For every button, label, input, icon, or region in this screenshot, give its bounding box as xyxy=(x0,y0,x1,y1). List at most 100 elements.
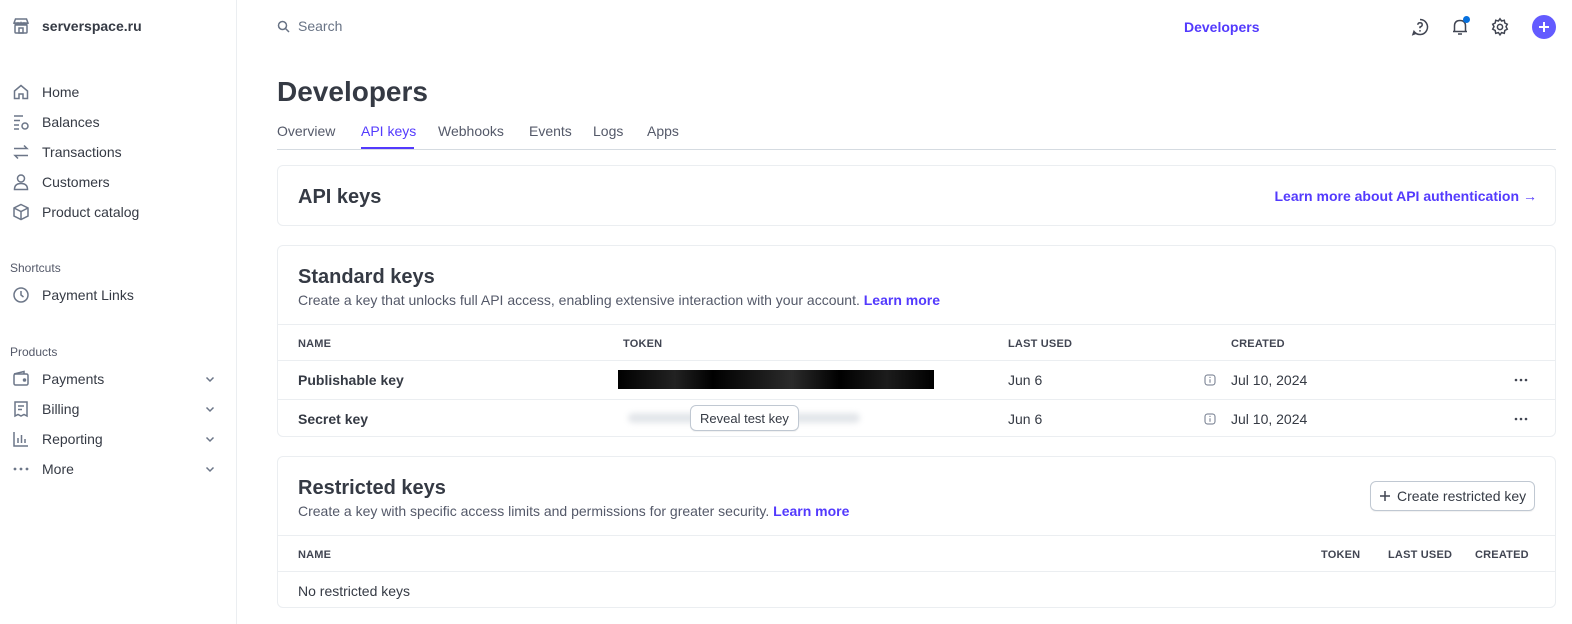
column-header-last-used: LAST USED xyxy=(1008,338,1073,350)
info-icon[interactable] xyxy=(1204,374,1216,386)
restricted-keys-card: Restricted keys Create a key with specif… xyxy=(277,456,1556,608)
divider xyxy=(278,324,1555,325)
balances-icon xyxy=(14,115,29,130)
shortcut-payment-links-label: Payment Links xyxy=(42,287,134,303)
nav-customers[interactable]: Customers xyxy=(12,169,217,195)
nav-product-catalog-label: Product catalog xyxy=(42,204,140,220)
row-actions-icon[interactable] xyxy=(1513,372,1529,388)
products-heading: Products xyxy=(10,345,58,359)
ellipsis-icon xyxy=(13,467,29,471)
chevron-down-icon xyxy=(205,406,215,413)
nav-more[interactable]: More xyxy=(12,456,217,482)
column-header-name: NAME xyxy=(298,338,332,350)
column-header-token: TOKEN xyxy=(1321,549,1361,561)
nav-product-catalog[interactable]: Product catalog xyxy=(12,199,217,225)
transactions-icon xyxy=(13,144,29,160)
search-input[interactable]: Search xyxy=(277,18,342,34)
nav-reporting-label: Reporting xyxy=(42,431,103,447)
active-tab-indicator xyxy=(361,147,414,149)
last-used-secret: Jun 6 xyxy=(1008,411,1043,427)
column-header-created: CREATED xyxy=(1475,549,1529,561)
column-header-name: NAME xyxy=(298,549,332,561)
create-restricted-key-button[interactable]: Create restricted key xyxy=(1370,481,1536,511)
settings-icon[interactable] xyxy=(1490,17,1510,37)
standard-keys-card: Standard keys Create a key that unlocks … xyxy=(277,245,1556,437)
api-keys-title: API keys xyxy=(298,186,382,208)
shortcut-payment-links[interactable]: Payment Links xyxy=(12,282,217,308)
restricted-keys-description-text: Create a key with specific access limits… xyxy=(298,503,770,519)
sidebar: serverspace.ru Home Balances Transaction… xyxy=(0,0,237,624)
tab-webhooks[interactable]: Webhooks xyxy=(438,123,504,139)
create-button[interactable] xyxy=(1532,15,1556,39)
customers-icon xyxy=(13,174,29,191)
nav-more-label: More xyxy=(42,461,74,477)
nav-home[interactable]: Home xyxy=(12,79,217,105)
nav-transactions-label: Transactions xyxy=(42,144,122,160)
chevron-down-icon xyxy=(205,376,215,383)
last-used-publishable: Jun 6 xyxy=(1008,372,1043,388)
billing-icon xyxy=(14,401,28,418)
plus-icon xyxy=(1380,491,1390,501)
nav-billing-label: Billing xyxy=(42,401,80,417)
nav-balances[interactable]: Balances xyxy=(12,109,217,135)
bar-chart-icon xyxy=(13,432,28,447)
divider xyxy=(278,535,1555,536)
search-icon xyxy=(277,20,290,33)
nav-home-label: Home xyxy=(42,84,80,100)
shortcuts-heading: Shortcuts xyxy=(10,261,61,275)
divider xyxy=(278,399,1555,400)
column-header-last-used: LAST USED xyxy=(1388,549,1453,561)
standard-keys-learn-more-link[interactable]: Learn more xyxy=(864,292,940,308)
key-name-publishable: Publishable key xyxy=(298,372,404,388)
created-publishable: Jul 10, 2024 xyxy=(1231,372,1308,388)
help-icon[interactable] xyxy=(1410,17,1430,37)
nav-billing[interactable]: Billing xyxy=(12,396,217,422)
create-restricted-key-label: Create restricted key xyxy=(1397,488,1527,504)
wallet-icon xyxy=(13,370,29,386)
info-icon[interactable] xyxy=(1204,413,1216,425)
tab-api-keys[interactable]: API keys xyxy=(361,123,416,139)
empty-state-text: No restricted keys xyxy=(298,583,411,599)
standard-keys-description: Create a key that unlocks full API acces… xyxy=(298,292,940,308)
tab-overview[interactable]: Overview xyxy=(277,123,335,139)
key-name-secret: Secret key xyxy=(298,411,369,427)
nav-reporting[interactable]: Reporting xyxy=(12,426,217,452)
standard-keys-title: Standard keys xyxy=(298,266,435,288)
nav-balances-label: Balances xyxy=(42,114,100,130)
home-icon xyxy=(13,84,29,100)
plus-icon xyxy=(1539,22,1549,32)
learn-more-auth-link[interactable]: Learn more about API authentication → xyxy=(1274,188,1537,204)
developer-tabs: Overview API keys Webhooks Events Logs A… xyxy=(277,112,1556,150)
restricted-keys-title: Restricted keys xyxy=(298,477,446,499)
account-name: serverspace.ru xyxy=(42,18,142,34)
divider xyxy=(278,360,1555,361)
tab-apps[interactable]: Apps xyxy=(647,123,679,139)
store-icon xyxy=(12,18,30,34)
page-title: Developers xyxy=(277,76,428,107)
restricted-keys-learn-more-link[interactable]: Learn more xyxy=(773,503,849,519)
nav-customers-label: Customers xyxy=(42,174,110,190)
account-switcher[interactable]: serverspace.ru xyxy=(12,17,142,35)
row-actions-icon[interactable] xyxy=(1513,411,1529,427)
clock-icon xyxy=(13,287,29,303)
publishable-key-token-redacted[interactable] xyxy=(618,370,934,389)
reveal-test-key-button[interactable]: Reveal test key xyxy=(690,405,799,431)
tab-events[interactable]: Events xyxy=(529,123,572,139)
nav-transactions[interactable]: Transactions xyxy=(12,139,217,165)
tab-logs[interactable]: Logs xyxy=(593,123,623,139)
notification-badge xyxy=(1463,16,1470,23)
developers-link[interactable]: Developers xyxy=(1184,19,1259,35)
nav-payments-label: Payments xyxy=(42,371,105,387)
divider xyxy=(278,571,1555,572)
chevron-down-icon xyxy=(205,436,215,443)
product-catalog-icon xyxy=(13,203,29,221)
search-placeholder: Search xyxy=(298,18,343,34)
column-header-token: TOKEN xyxy=(623,338,663,350)
chevron-down-icon xyxy=(205,466,215,473)
nav-payments[interactable]: Payments xyxy=(12,366,217,392)
created-secret: Jul 10, 2024 xyxy=(1231,411,1308,427)
learn-more-auth-label: Learn more about API authentication xyxy=(1274,188,1519,204)
column-header-created: CREATED xyxy=(1231,338,1285,350)
api-keys-card: API keys Learn more about API authentica… xyxy=(277,165,1556,226)
standard-keys-description-text: Create a key that unlocks full API acces… xyxy=(298,292,860,308)
